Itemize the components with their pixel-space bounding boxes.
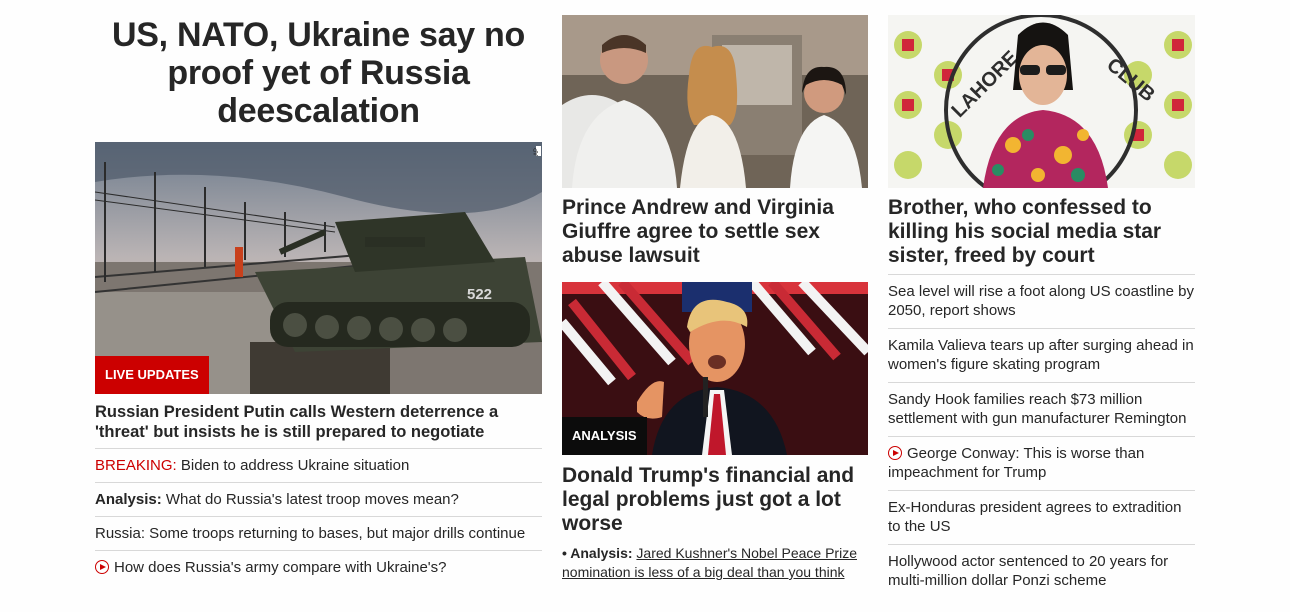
list-item-breaking[interactable]: BREAKING: Biden to address Ukraine situa… — [95, 448, 542, 482]
prince-andrew-photo — [562, 15, 868, 188]
list-item-army-video[interactable]: How does Russia's army compare with Ukra… — [95, 550, 542, 584]
tank-number: 522 — [467, 286, 492, 303]
list-item-text: Russia: Some troops returning to bases, … — [95, 525, 526, 542]
analysis-label: Analysis: — [95, 491, 162, 508]
play-icon — [95, 560, 109, 574]
trump-headline[interactable]: Donald Trump's financial and legal probl… — [562, 464, 868, 536]
photo-credit: AP — [534, 148, 540, 156]
andrew-image[interactable] — [562, 15, 868, 188]
breaking-label: BREAKING: — [95, 457, 177, 474]
press-club-photo: LAHORE CLUB — [888, 15, 1195, 188]
lead-subheadline[interactable]: Russian President Putin calls Western de… — [95, 402, 542, 442]
trump-image[interactable]: ANALYSIS — [562, 282, 868, 455]
qandeel-image[interactable]: LAHORE CLUB — [888, 15, 1195, 188]
list-item-sea-level[interactable]: Sea level will rise a foot along US coas… — [888, 274, 1195, 328]
list-item-text: Hollywood actor sentenced to 20 years fo… — [888, 553, 1169, 589]
middle-column: Prince Andrew and Virginia Giuffre agree… — [562, 0, 868, 582]
andrew-headline[interactable]: Prince Andrew and Virginia Giuffre agree… — [562, 196, 868, 268]
list-item-valieva[interactable]: Kamila Valieva tears up after surging ah… — [888, 328, 1195, 382]
trump-related-link[interactable]: • Analysis: Jared Kushner's Nobel Peace … — [562, 544, 868, 582]
lead-headline[interactable]: US, NATO, Ukraine say no proof yet of Ru… — [95, 16, 542, 130]
list-item-text: Sea level will rise a foot along US coas… — [888, 283, 1194, 319]
live-updates-badge[interactable]: LIVE UPDATES — [95, 356, 209, 394]
list-item-sandy-hook[interactable]: Sandy Hook families reach $73 million se… — [888, 382, 1195, 436]
right-column: LAHORE CLUB Brother, who confessed to ki… — [888, 0, 1195, 598]
list-item-text: What do Russia's latest troop moves mean… — [161, 491, 459, 508]
analysis-label: • Analysis: — [562, 545, 633, 561]
list-item-troops[interactable]: Russia: Some troops returning to bases, … — [95, 516, 542, 550]
list-item-analysis[interactable]: Analysis: What do Russia's latest troop … — [95, 482, 542, 516]
list-item-text: How does Russia's army compare with Ukra… — [114, 559, 447, 576]
analysis-badge[interactable]: ANALYSIS — [562, 417, 647, 455]
lead-image[interactable]: 522 AP LIVE UPDATES — [95, 142, 542, 394]
list-item-conway-video[interactable]: George Conway: This is worse than impeac… — [888, 436, 1195, 490]
lead-story-column: US, NATO, Ukraine say no proof yet of Ru… — [95, 0, 542, 584]
qandeel-headline[interactable]: Brother, who confessed to killing his so… — [888, 196, 1195, 268]
play-icon — [888, 446, 902, 460]
list-item-text: Ex-Honduras president agrees to extradit… — [888, 499, 1182, 535]
list-item-text: George Conway: This is worse than impeac… — [888, 445, 1145, 481]
list-item-text: Sandy Hook families reach $73 million se… — [888, 391, 1187, 427]
list-item-honduras[interactable]: Ex-Honduras president agrees to extradit… — [888, 490, 1195, 544]
list-item-text: Kamila Valieva tears up after surging ah… — [888, 337, 1194, 373]
list-item-ponzi[interactable]: Hollywood actor sentenced to 20 years fo… — [888, 544, 1195, 598]
list-item-text: Biden to address Ukraine situation — [176, 457, 410, 474]
